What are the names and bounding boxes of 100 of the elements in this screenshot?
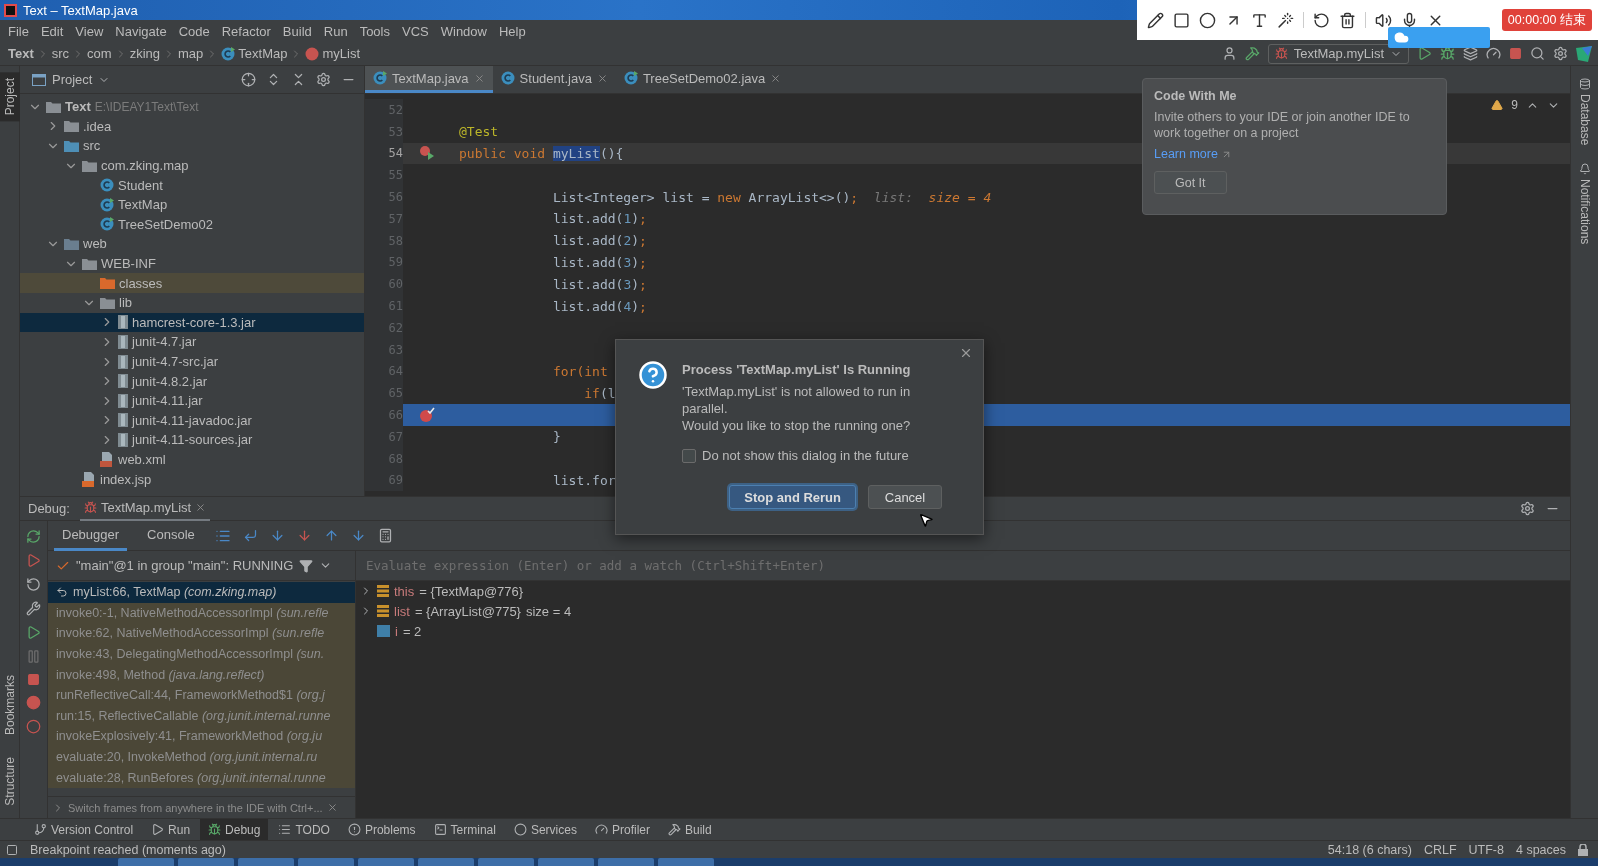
search-icon[interactable] — [1530, 46, 1545, 61]
tree-item[interactable]: com.zking.map — [20, 155, 364, 176]
tree-item[interactable]: src — [20, 136, 364, 156]
dialog-button[interactable]: Stop and Rerun — [729, 485, 856, 509]
dialog-button[interactable]: Cancel — [868, 485, 942, 509]
tree-item[interactable]: junit-4.11-javadoc.jar — [20, 410, 364, 431]
play-icon[interactable] — [26, 553, 41, 568]
stack-frame[interactable]: invoke:498, Method (java.lang.reflect) — [48, 664, 355, 685]
settings-icon[interactable] — [316, 72, 331, 87]
refresh-icon[interactable] — [26, 577, 41, 592]
tree-item[interactable]: index.jsp — [20, 469, 364, 489]
tree-item[interactable]: Text E:\IDEAY1Text\Text — [20, 97, 364, 117]
menu-item[interactable]: VCS — [396, 23, 435, 39]
stack-frame[interactable]: evaluate:20, InvokeMethod (org.junit.internal.ru — [48, 746, 355, 768]
tool-window-tab[interactable]: Bookmarks — [0, 669, 20, 742]
breakpoints-icon[interactable] — [26, 695, 41, 710]
tree-item[interactable]: junit-4.7-src.jar — [20, 351, 364, 372]
breadcrumb[interactable]: map — [178, 46, 204, 61]
dont-show-checkbox[interactable]: Do not show this dialog in the future — [682, 448, 932, 463]
pause-icon[interactable] — [26, 649, 41, 664]
user-icon[interactable] — [1221, 46, 1237, 61]
status-icon[interactable] — [6, 843, 18, 856]
breadcrumb[interactable]: TextMap — [238, 46, 288, 61]
menu-item[interactable]: Run — [317, 23, 354, 39]
run-config-select[interactable]: TextMap.myList — [1267, 43, 1409, 64]
run-test-icon[interactable] — [419, 145, 435, 162]
stop-recording-button[interactable]: 00:00:00 结束 — [1501, 9, 1592, 31]
project-view-select[interactable]: Project — [32, 72, 111, 87]
warning-count[interactable]: 9 — [1511, 98, 1518, 112]
lock-icon[interactable] — [1578, 843, 1588, 856]
menu-item[interactable]: Window — [434, 23, 493, 39]
thread-select[interactable]: "main"@1 in group "main": RUNNING — [56, 558, 294, 573]
microphone-icon[interactable] — [1401, 11, 1418, 29]
tool-window-button[interactable]: TODO — [270, 818, 338, 841]
tool-window-tab[interactable]: Notifications — [1577, 159, 1592, 249]
menu-item[interactable]: Edit — [34, 23, 70, 39]
tool-window-button[interactable]: Problems — [339, 818, 424, 841]
close-button[interactable] — [959, 346, 973, 360]
menu-item[interactable]: Code — [172, 23, 216, 39]
breadcrumb[interactable]: zking — [129, 46, 161, 61]
tool-window-tab[interactable]: Database — [1577, 74, 1592, 150]
play-icon[interactable] — [1417, 46, 1432, 61]
got-it-button[interactable]: Got It — [1154, 171, 1227, 194]
tree-item[interactable]: lib — [20, 292, 364, 313]
tool-window-tab[interactable]: Structure — [0, 751, 20, 812]
tree-item[interactable]: web.xml — [20, 449, 364, 470]
hammer-icon[interactable] — [1244, 46, 1260, 61]
stop-icon[interactable] — [27, 673, 40, 686]
tree-item[interactable]: junit-4.7.jar — [20, 332, 364, 352]
menu-item[interactable]: Build — [276, 23, 318, 39]
settings-icon[interactable] — [1553, 46, 1568, 61]
tree-item[interactable]: .idea — [20, 116, 364, 137]
tool-window-button[interactable]: Run — [143, 818, 199, 841]
trash-icon[interactable] — [1339, 11, 1356, 29]
learn-more-link[interactable]: Learn more — [1154, 147, 1435, 161]
run-to-cursor-icon[interactable] — [350, 528, 366, 543]
tree-item[interactable]: junit-4.11-sources.jar — [20, 430, 364, 450]
tree-item[interactable]: junit-4.11.jar — [20, 390, 364, 411]
variable-row[interactable]: i = 2 — [356, 621, 1570, 641]
tree-item[interactable]: TextMap — [20, 194, 364, 215]
tree-item[interactable]: hamcrest-core-1.3.jar — [20, 312, 364, 333]
stop-icon[interactable] — [1509, 47, 1522, 60]
stack-frame[interactable]: runReflectiveCall:44, FrameworkMethod$1 (org.j — [48, 684, 355, 706]
toolbox-logo-icon[interactable] — [1576, 45, 1592, 62]
tree-item[interactable]: WEB-INF — [20, 253, 364, 274]
step-into-icon[interactable] — [269, 528, 285, 543]
tool-window-tab[interactable]: Project — [0, 72, 20, 122]
undo-icon[interactable] — [1313, 11, 1330, 29]
menu-item[interactable]: File — [2, 23, 35, 39]
tool-window-button[interactable]: Terminal — [425, 818, 504, 841]
encoding[interactable]: UTF-8 — [1468, 842, 1504, 857]
debug-tab[interactable]: Console — [139, 520, 203, 551]
stack-frame[interactable]: invoke:62, NativeMethodAccessorImpl (sun.refle — [48, 623, 355, 644]
stack-frame[interactable]: evaluate:28, RunBefores (org.junit.internal.runne — [48, 767, 355, 788]
locate-icon[interactable] — [241, 72, 256, 87]
rerun-icon[interactable] — [26, 529, 41, 544]
bug-icon[interactable] — [1440, 46, 1455, 61]
stack-frame[interactable]: invoke0:-1, NativeMethodAccessorImpl (sun.refle — [48, 602, 355, 624]
menu-item[interactable]: Tools — [353, 23, 396, 39]
tool-window-button[interactable]: Build — [659, 818, 720, 841]
speaker-icon[interactable] — [1375, 11, 1392, 29]
filter-icon[interactable] — [299, 558, 314, 573]
breadcrumb[interactable]: Text — [8, 46, 34, 61]
stack-frame[interactable]: invokeExplosively:41, FrameworkMethod (org.ju — [48, 726, 355, 747]
step-out-icon[interactable] — [323, 528, 339, 543]
breakpoint-icon[interactable] — [419, 407, 435, 424]
tool-window-button[interactable]: Services — [505, 818, 585, 841]
tool-window-button[interactable]: Profiler — [586, 818, 658, 841]
breadcrumb[interactable]: myList — [322, 46, 361, 61]
wand-icon[interactable] — [1277, 11, 1294, 29]
resume-icon[interactable] — [26, 625, 41, 640]
tree-item[interactable]: Student — [20, 175, 364, 195]
menu-item[interactable]: Help — [492, 23, 532, 39]
tree-item[interactable]: classes — [20, 273, 364, 293]
caret-position[interactable]: 54:18 (6 chars) — [1327, 842, 1412, 857]
editor-tab[interactable]: TreeSetDemo02.java — [615, 66, 790, 93]
debug-tab[interactable]: Debugger — [54, 520, 128, 551]
indent-setting[interactable]: 4 spaces — [1515, 842, 1566, 857]
menu-item[interactable]: Refactor — [215, 23, 277, 39]
calculator-icon[interactable] — [377, 528, 393, 543]
